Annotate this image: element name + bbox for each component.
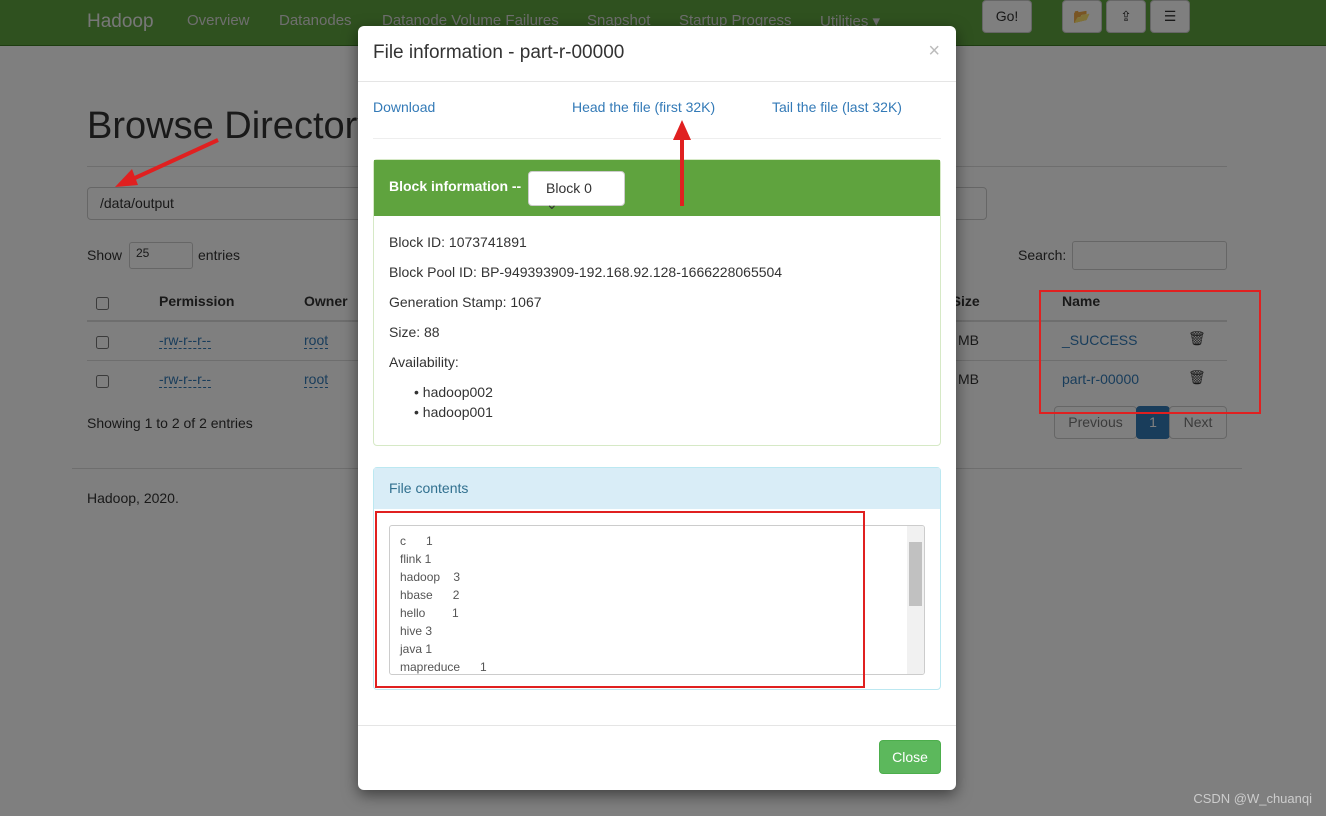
block-info-label: Block information -- xyxy=(389,178,522,194)
annotation-arrow xyxy=(115,138,219,187)
annotation-box xyxy=(375,511,865,688)
head-file-link[interactable]: Head the file (first 32K) xyxy=(572,99,715,115)
block-info-panel: Block information -- Block 0 ⌄ Block ID:… xyxy=(373,159,941,446)
block-info-header: Block information -- Block 0 ⌄ xyxy=(374,160,940,216)
annotation-arrow xyxy=(673,120,691,206)
block-select[interactable]: Block 0 ⌄ xyxy=(528,171,625,212)
modal-title: File information - part-r-00000 xyxy=(373,42,625,63)
close-button[interactable]: Close xyxy=(879,740,941,774)
download-link[interactable]: Download xyxy=(373,99,435,115)
scrollbar[interactable] xyxy=(907,526,924,674)
host-item: • hadoop002 xyxy=(414,384,493,400)
divider xyxy=(358,725,956,726)
scrollbar-thumb[interactable] xyxy=(909,542,922,606)
host-item: • hadoop001 xyxy=(414,404,493,420)
size: Size: 88 xyxy=(389,324,440,340)
tail-file-link[interactable]: Tail the file (last 32K) xyxy=(772,99,902,115)
host: hadoop001 xyxy=(422,404,493,420)
divider xyxy=(373,138,941,139)
divider xyxy=(358,81,956,82)
close-icon[interactable]: × xyxy=(928,40,940,63)
watermark: CSDN @W_chuanqi xyxy=(1193,791,1312,806)
annotation-box xyxy=(1039,290,1261,414)
generation-stamp: Generation Stamp: 1067 xyxy=(389,294,542,310)
block-id: Block ID: 1073741891 xyxy=(389,234,527,250)
file-contents-header: File contents xyxy=(374,468,940,509)
availability: Availability: xyxy=(389,354,459,370)
block-pool-id: Block Pool ID: BP-949393909-192.168.92.1… xyxy=(389,264,783,280)
host: hadoop002 xyxy=(422,384,493,400)
